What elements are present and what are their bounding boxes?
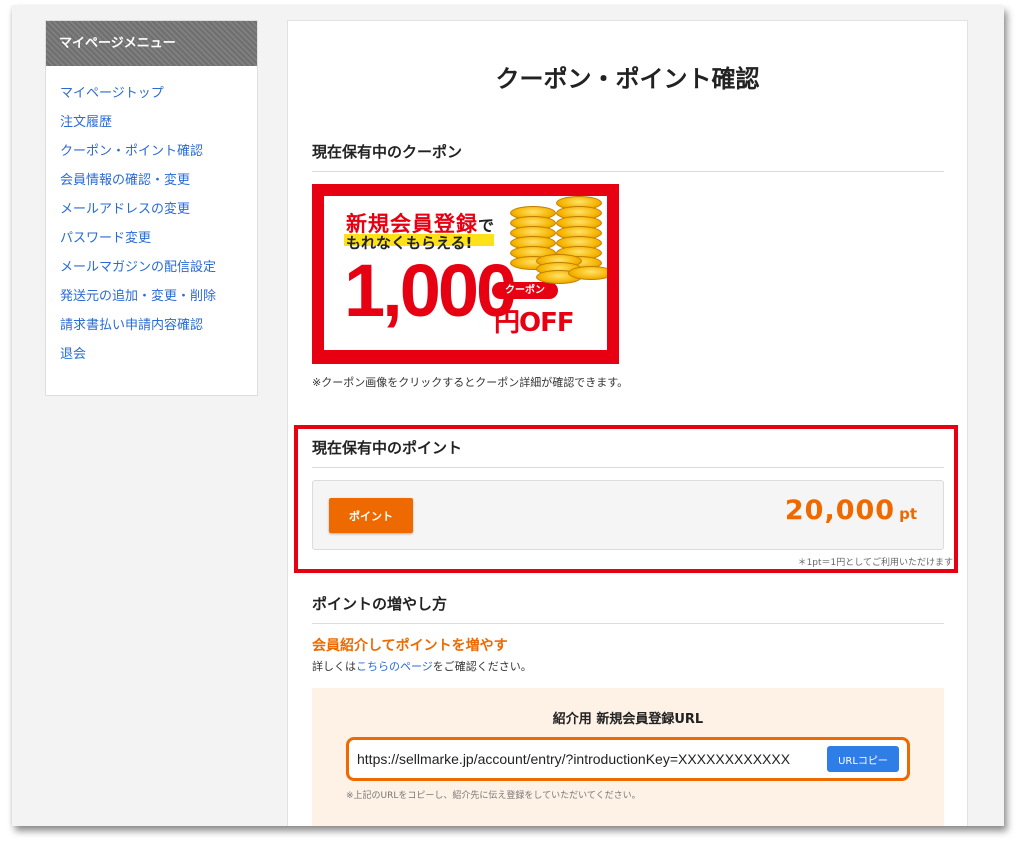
coupon-note: ※クーポン画像をクリックするとクーポン詳細が確認できます。 [312, 376, 629, 389]
sidebar-item-email-change[interactable]: メールアドレスの変更 [60, 200, 257, 229]
referral-desc-before: 詳しくは [312, 660, 356, 673]
coupon-banner[interactable]: 新規会員登録で もれなくもらえる! 1,000 クーポン 円OFF [312, 184, 619, 364]
referral-url-note: ※上記のURLをコピーし、紹介先に伝え登録をしていただいてください。 [346, 791, 641, 801]
sidebar-item-mypage-top[interactable]: マイページトップ [60, 84, 257, 113]
sidebar-item-newsletter[interactable]: メールマガジンの配信設定 [60, 258, 257, 287]
points-balance: 20,000 pt [785, 495, 917, 526]
points-balance-unit: pt [899, 505, 917, 523]
sidebar-item-member-info[interactable]: 会員情報の確認・変更 [60, 171, 257, 200]
coupon-amount: 1,000 [344, 249, 517, 332]
referral-description: 詳しくはこちらのページをご確認ください。 [312, 658, 532, 674]
coupon-headline-suffix: で [478, 216, 496, 235]
page-title: クーポン・ポイント確認 [495, 65, 760, 93]
sidebar-item-invoice-application[interactable]: 請求書払い申請内容確認 [60, 316, 257, 345]
main-content: クーポン・ポイント確認 現在保有中のクーポン 新規会員登録で もれなくもらえる!… [287, 20, 968, 826]
sidebar-item-password-change[interactable]: パスワード変更 [60, 229, 257, 258]
points-button[interactable]: ポイント [329, 498, 413, 533]
referral-title: 会員紹介してポイントを増やす [312, 638, 508, 654]
sidebar-item-sender-address[interactable]: 発送元の追加・変更・削除 [60, 287, 257, 316]
sidebar-item-order-history[interactable]: 注文履歴 [60, 113, 257, 142]
referral-details-link[interactable]: こちらのページ [356, 660, 433, 673]
sidebar-menu: マイページトップ 注文履歴 クーポン・ポイント確認 会員情報の確認・変更 メール… [46, 66, 257, 374]
page-frame: マイページメニュー マイページトップ 注文履歴 クーポン・ポイント確認 会員情報… [12, 6, 1004, 826]
referral-desc-after: をご確認ください。 [432, 660, 532, 673]
coupon-section-heading: 現在保有中のクーポン [312, 141, 944, 172]
sidebar-title: マイページメニュー [46, 21, 257, 66]
coupon-off-text: 円OFF [494, 308, 575, 338]
referral-url-field[interactable]: https://sellmarke.jp/account/entry/?intr… [357, 751, 825, 769]
sidebar-item-withdraw[interactable]: 退会 [60, 345, 257, 374]
referral-url-panel: 紹介用 新規会員登録URL https://sellmarke.jp/accou… [312, 688, 944, 826]
sidebar-item-coupon-points[interactable]: クーポン・ポイント確認 [60, 142, 257, 171]
coupon-badge: クーポン [492, 282, 558, 299]
referral-url-title: 紹介用 新規会員登録URL [552, 712, 704, 727]
points-note: ＊1pt＝1円としてご利用いただけます [797, 558, 953, 568]
points-panel: ポイント 20,000 pt [312, 480, 944, 550]
points-balance-value: 20,000 [784, 495, 896, 526]
referral-url-box: https://sellmarke.jp/account/entry/?intr… [346, 737, 910, 781]
url-copy-button[interactable]: URLコピー [827, 746, 899, 772]
earn-points-heading: ポイントの増やし方 [312, 593, 944, 624]
mypage-sidebar: マイページメニュー マイページトップ 注文履歴 クーポン・ポイント確認 会員情報… [45, 20, 258, 396]
coupon-banner-inner: 新規会員登録で もれなくもらえる! 1,000 クーポン 円OFF [324, 196, 607, 350]
points-section-heading: 現在保有中のポイント [312, 437, 944, 468]
